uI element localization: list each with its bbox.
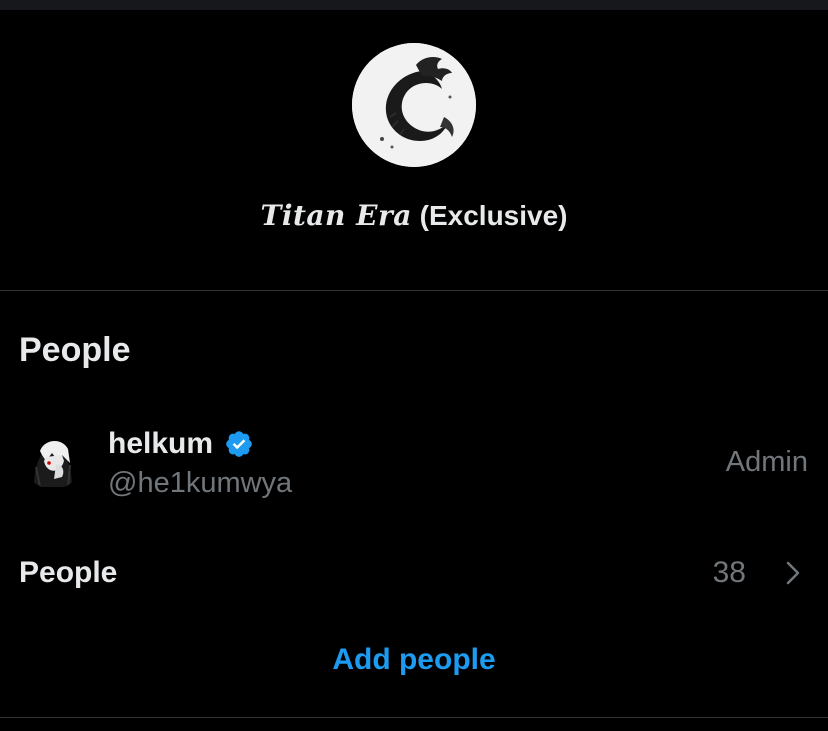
member-row[interactable]: helkum @he1kumwya Admin [0,415,828,511]
group-name: Titan Era (Exclusive) [0,199,828,232]
group-name-suffix: (Exclusive) [419,200,568,231]
anime-avatar-icon [22,427,84,489]
avatar[interactable] [22,427,84,489]
divider [0,290,828,291]
divider [0,717,828,718]
people-label: People [19,556,118,589]
member-handle: @he1kumwya [108,467,293,499]
group-avatar[interactable] [352,43,476,167]
chevron-right-icon [786,561,800,585]
add-people-button[interactable]: Add people [0,643,828,677]
member-name: helkum [108,427,214,460]
people-count: 38 [712,556,746,589]
dragon-logo-icon [352,43,476,167]
section-title-people: People [19,331,131,369]
group-name-styled: Titan Era [260,199,412,232]
member-role: Admin [725,446,808,478]
people-count-row[interactable]: People 38 [0,548,828,600]
top-bar [0,0,828,10]
verified-badge-icon [226,431,252,457]
